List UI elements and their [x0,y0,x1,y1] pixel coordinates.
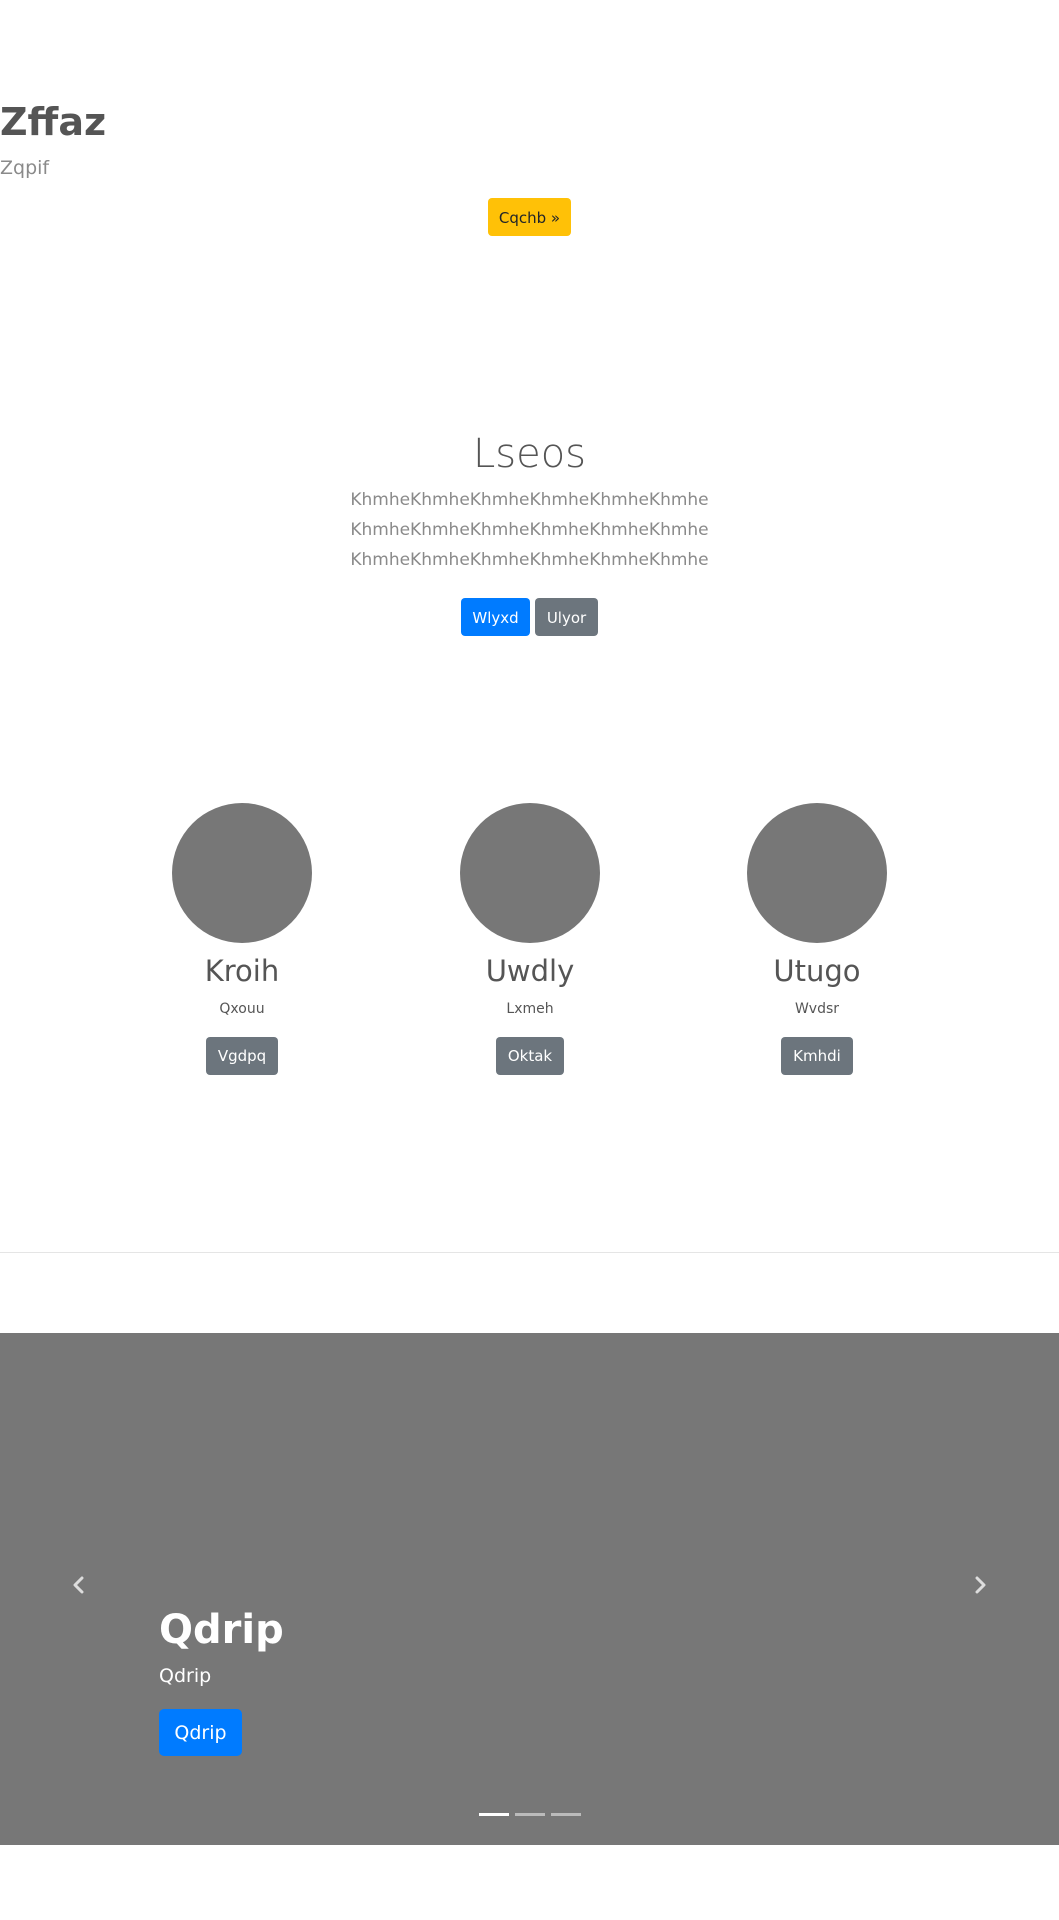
team-card: Uwdly Lxmeh Oktak [430,803,630,1075]
carousel-title: Qdrip [159,1607,284,1653]
carousel-next-button[interactable] [960,1565,1000,1605]
team-member-button[interactable]: Oktak [495,1037,565,1075]
intro-lead-text: KhmheKhmheKhmheKhmheKhmheKhmheKhmheKhmhe… [350,490,709,570]
intro-primary-button[interactable]: Wlyxd [461,598,530,636]
carousel-cta-button[interactable]: Qdrip [159,1709,242,1756]
section-divider [0,1252,1059,1253]
team-member-name: Uwdly [485,954,575,988]
team-member-name: Kroih [204,954,280,988]
carousel-indicator[interactable] [550,1813,581,1816]
hero-subtitle: Zqpif [0,157,50,179]
team-member-button[interactable]: Vgdpq [205,1037,279,1075]
avatar-placeholder [747,803,887,943]
carousel-caption: Qdrip Qdrip Qdrip [159,1603,284,1756]
hero-title: Zffaz [0,100,107,144]
carousel-indicator[interactable] [478,1813,509,1816]
carousel: Qdrip Qdrip Qdrip [0,1333,1059,1845]
carousel-text: Qdrip [159,1665,212,1687]
carousel-prev-button[interactable] [59,1565,99,1605]
team-member-role: Lxmeh [506,1001,554,1017]
carousel-indicator[interactable] [514,1813,545,1816]
intro-title: Lseos [472,431,587,477]
avatar-placeholder [172,803,312,943]
chevron-right-icon [975,1576,986,1594]
avatar-placeholder [460,803,600,943]
intro-secondary-button[interactable]: Ulyor [535,598,598,636]
team-member-button[interactable]: Kmhdi [781,1037,853,1075]
team-member-role: Qxouu [219,1001,265,1017]
team-card: Kroih Qxouu Vgdpq [142,803,342,1075]
team-member-name: Utugo [773,954,861,988]
hero-cta-button[interactable]: Cqchb » [488,198,571,236]
team-card: Utugo Wvdsr Kmhdi [717,803,917,1075]
carousel-indicators [0,1813,1059,1816]
chevron-left-icon [73,1576,84,1594]
team-member-role: Wvdsr [794,1001,840,1017]
